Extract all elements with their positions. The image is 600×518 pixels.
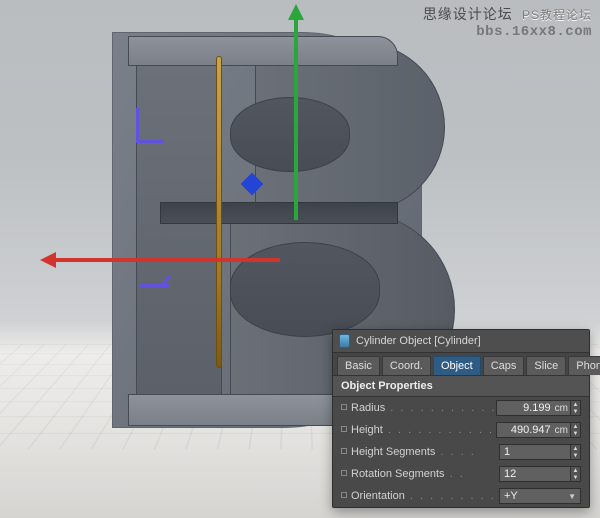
rotation-segments-field[interactable]: ▲▼: [499, 466, 581, 482]
radius-unit: cm: [555, 403, 570, 414]
rotation-segments-input[interactable]: [500, 468, 570, 480]
watermark-text-right: PS教程论坛: [522, 8, 592, 22]
label-rotation-segments: Rotation Segments . .: [341, 468, 499, 480]
watermark: 思缘设计论坛 PS教程论坛 bbs.16xx8.com: [423, 4, 592, 40]
height-input[interactable]: [497, 424, 555, 436]
height-field[interactable]: cm ▲▼: [496, 422, 581, 438]
chevron-down-icon[interactable]: ▼: [571, 474, 580, 481]
panel-header: Cylinder Object [Cylinder]: [333, 330, 589, 353]
panel-tabs: Basic Coord. Object Caps Slice Phong: [333, 353, 589, 375]
label-radius: Radius . . . . . . . . . . . . . .: [341, 402, 496, 414]
local-axis-indicator-2: [140, 284, 176, 324]
height-segments-stepper[interactable]: ▲▼: [570, 445, 580, 459]
chevron-up-icon[interactable]: ▲: [571, 445, 580, 452]
row-orientation: Orientation . . . . . . . . . +Y ▼: [333, 485, 589, 507]
tab-phong[interactable]: Phong: [568, 356, 600, 375]
tab-basic[interactable]: Basic: [337, 356, 380, 375]
chevron-down-icon: ▼: [568, 492, 576, 501]
orientation-value: +Y: [504, 490, 518, 502]
chevron-down-icon[interactable]: ▼: [571, 408, 580, 415]
radius-stepper[interactable]: ▲▼: [570, 401, 580, 415]
height-segments-input[interactable]: [500, 446, 570, 458]
tab-object[interactable]: Object: [433, 356, 481, 375]
panel-title: Cylinder Object [Cylinder]: [356, 335, 481, 347]
label-height-segments: Height Segments . . . .: [341, 446, 499, 458]
radius-input[interactable]: [497, 402, 555, 414]
orientation-select[interactable]: +Y ▼: [499, 488, 581, 504]
tab-caps[interactable]: Caps: [483, 356, 525, 375]
section-object-properties: Object Properties: [333, 375, 589, 397]
watermark-text-left: 思缘设计论坛: [423, 6, 513, 22]
row-height-segments: Height Segments . . . . ▲▼: [333, 441, 589, 463]
radius-field[interactable]: cm ▲▼: [496, 400, 581, 416]
chevron-down-icon[interactable]: ▼: [571, 430, 580, 437]
height-stepper[interactable]: ▲▼: [570, 423, 580, 437]
row-rotation-segments: Rotation Segments . . ▲▼: [333, 463, 589, 485]
attribute-panel: Cylinder Object [Cylinder] Basic Coord. …: [332, 329, 590, 508]
label-height: Height . . . . . . . . . . . . . .: [341, 424, 496, 436]
rotation-segments-stepper[interactable]: ▲▼: [570, 467, 580, 481]
cylinder-mesh: [216, 56, 222, 368]
height-unit: cm: [555, 425, 570, 436]
row-radius: Radius . . . . . . . . . . . . . . cm ▲▼: [333, 397, 589, 419]
chevron-up-icon[interactable]: ▲: [571, 423, 580, 430]
chevron-up-icon[interactable]: ▲: [571, 467, 580, 474]
cylinder-icon: [339, 334, 350, 348]
tab-slice[interactable]: Slice: [526, 356, 566, 375]
watermark-url: bbs.16xx8.com: [423, 24, 592, 40]
chevron-down-icon[interactable]: ▼: [571, 452, 580, 459]
3d-viewport[interactable]: 思缘设计论坛 PS教程论坛 bbs.16xx8.com Cylinder Obj…: [0, 0, 600, 518]
chevron-up-icon[interactable]: ▲: [571, 401, 580, 408]
label-orientation: Orientation . . . . . . . . .: [341, 490, 499, 502]
row-height: Height . . . . . . . . . . . . . . cm ▲▼: [333, 419, 589, 441]
tab-coord[interactable]: Coord.: [382, 356, 431, 375]
height-segments-field[interactable]: ▲▼: [499, 444, 581, 460]
local-axis-indicator: [128, 108, 164, 148]
